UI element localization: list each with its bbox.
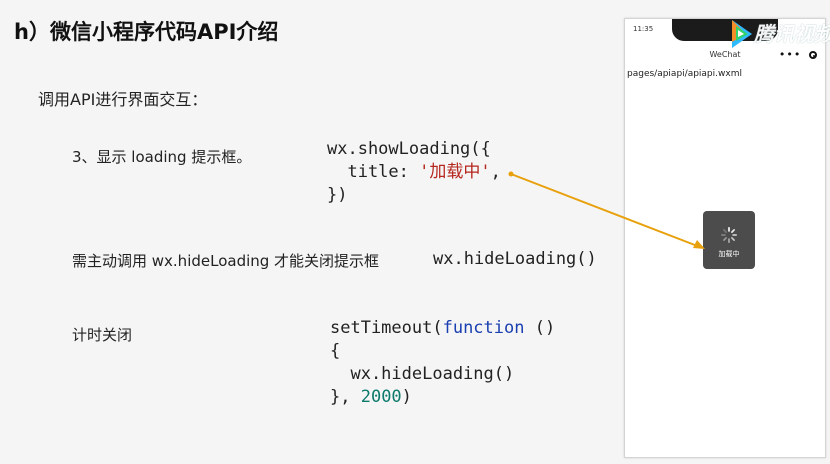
page-path: pages/apiapi/apiapi.wxml — [627, 69, 742, 79]
code-set-timeout: setTimeout(function () { wx.hideLoading(… — [330, 317, 555, 409]
phone-simulator: 11:35 WeChat ••• pages/apiapi/apiapi.wxm… — [624, 18, 826, 458]
item-timeout-label: 计时关闭 — [72, 326, 133, 344]
loading-spinner-icon — [720, 226, 738, 244]
toast-text: 加载中 — [718, 250, 740, 258]
code-string: '加载中' — [419, 162, 491, 182]
code-line: wx.showLoading({ — [327, 139, 491, 159]
code-line: { — [330, 341, 341, 361]
code-keyword: function — [442, 318, 525, 338]
slide-title: h）微信小程序代码API介绍 — [14, 20, 279, 44]
watermark-text: 腾讯视频 — [754, 22, 830, 46]
status-time: 11:35 — [633, 25, 654, 33]
slide-subtitle: 调用API进行界面交互： — [38, 90, 208, 109]
code-token: , — [490, 162, 501, 182]
item-hide-loading-label: 需主动调用 wx.hideLoading 才能关闭提示框 — [72, 252, 380, 270]
loading-toast: 加载中 — [703, 211, 755, 269]
code-hide-loading: wx.hideLoading() — [433, 249, 597, 269]
code-line: }) — [327, 185, 348, 205]
code-token: }, — [330, 387, 361, 407]
code-token: title: — [327, 162, 420, 182]
code-show-loading: wx.showLoading({ title: '加载中', }) — [327, 138, 501, 207]
code-line: wx.hideLoading() — [330, 364, 515, 384]
code-token: () — [524, 318, 556, 338]
code-number: 2000 — [360, 387, 402, 407]
item-show-loading-label: 3、显示 loading 提示框。 — [72, 148, 252, 166]
code-token: ) — [401, 387, 412, 407]
code-token: setTimeout( — [330, 318, 443, 338]
